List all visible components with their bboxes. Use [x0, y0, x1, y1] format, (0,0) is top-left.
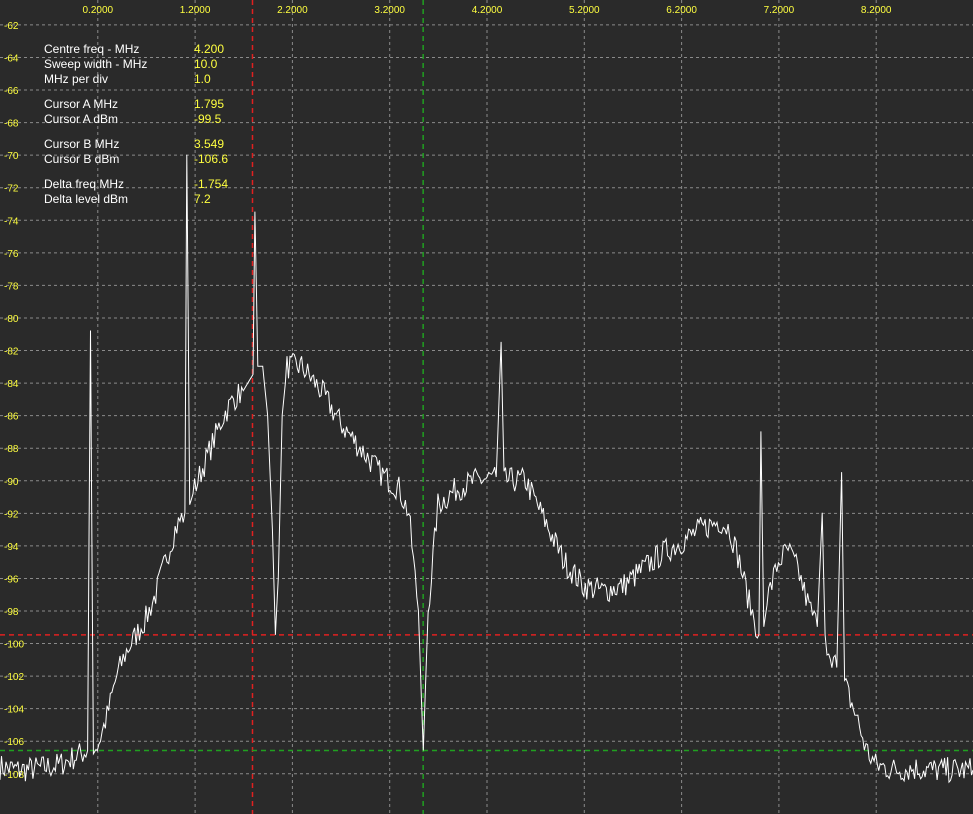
y-tick-label: -84: [4, 379, 19, 390]
y-tick-label: -82: [4, 347, 19, 358]
y-tick-label: -102: [4, 672, 24, 683]
mhz-per-div-label: MHz per div: [44, 72, 109, 86]
measurement-readout: Centre freq - MHz 4.200 Sweep width - MH…: [44, 42, 264, 207]
cursor-a-dbm-value: -99.5: [194, 112, 222, 126]
y-tick-label: -70: [4, 151, 19, 162]
x-tick-label: 5.2000: [569, 5, 600, 16]
y-tick-label: -80: [4, 314, 19, 325]
y-tick-label: -88: [4, 444, 19, 455]
x-tick-label: 8.2000: [861, 5, 892, 16]
sweep-width-value: 10.0: [194, 57, 218, 71]
cursor-a-dbm-label: Cursor A dBm: [44, 112, 119, 126]
readout-row-delta-level: Delta level dBm 7.2: [44, 192, 264, 207]
mhz-per-div-value: 1.0: [194, 72, 211, 86]
x-tick-label: 2.2000: [277, 5, 308, 16]
cursor-b-mhz-label: Cursor B MHz: [44, 137, 120, 151]
readout-row-sweep-width: Sweep width - MHz 10.0: [44, 57, 264, 72]
cursor-a-mhz-label: Cursor A MHz: [44, 97, 119, 111]
y-tick-label: -78: [4, 281, 19, 292]
y-tick-label: -68: [4, 119, 19, 130]
delta-level-label: Delta level dBm: [44, 192, 129, 206]
readout-row-cursor-b-dbm: Cursor B dBm -106.6: [44, 152, 264, 167]
cursor-b-dbm-value: -106.6: [194, 152, 229, 166]
y-tick-label: -72: [4, 184, 19, 195]
y-tick-label: -106: [4, 737, 24, 748]
readout-row-cursor-a-mhz: Cursor A MHz 1.795: [44, 97, 264, 112]
y-tick-label: -92: [4, 509, 19, 520]
readout-row-delta-freq: Delta freq MHz -1.754: [44, 177, 264, 192]
readout-row-mhz-per-div: MHz per div 1.0: [44, 72, 264, 87]
x-tick-label: 6.2000: [666, 5, 697, 16]
cursor-b-mhz-value: 3.549: [194, 137, 225, 151]
y-tick-label: -64: [4, 53, 19, 64]
y-tick-label: -86: [4, 412, 19, 423]
y-tick-label: -90: [4, 477, 19, 488]
cursor-a-mhz-value: 1.795: [194, 97, 225, 111]
x-tick-label: 4.2000: [472, 5, 503, 16]
readout-row-cursor-b-mhz: Cursor B MHz 3.549: [44, 137, 264, 152]
centre-freq-value: 4.200: [194, 42, 225, 56]
x-tick-label: 1.2000: [180, 5, 211, 16]
y-tick-label: -98: [4, 607, 19, 618]
y-tick-label: -94: [4, 542, 19, 553]
x-tick-label: 3.2000: [374, 5, 405, 16]
x-tick-label: 0.2000: [83, 5, 114, 16]
y-tick-label: -76: [4, 249, 19, 260]
y-tick-label: -96: [4, 574, 19, 585]
x-tick-label: 7.2000: [764, 5, 795, 16]
sweep-width-label: Sweep width - MHz: [44, 57, 148, 71]
cursor-b-dbm-label: Cursor B dBm: [44, 152, 120, 166]
y-tick-label: -62: [4, 21, 19, 32]
delta-level-value: 7.2: [194, 192, 211, 206]
y-tick-label: -104: [4, 705, 24, 716]
readout-row-centre-freq: Centre freq - MHz 4.200: [44, 42, 264, 57]
y-tick-label: -66: [4, 86, 19, 97]
y-tick-label: -100: [4, 640, 24, 651]
y-tick-label: -74: [4, 216, 19, 227]
centre-freq-label: Centre freq - MHz: [44, 42, 140, 56]
delta-freq-label: Delta freq MHz: [44, 177, 125, 191]
readout-row-cursor-a-dbm: Cursor A dBm -99.5: [44, 112, 264, 127]
delta-freq-value: -1.754: [194, 177, 229, 191]
